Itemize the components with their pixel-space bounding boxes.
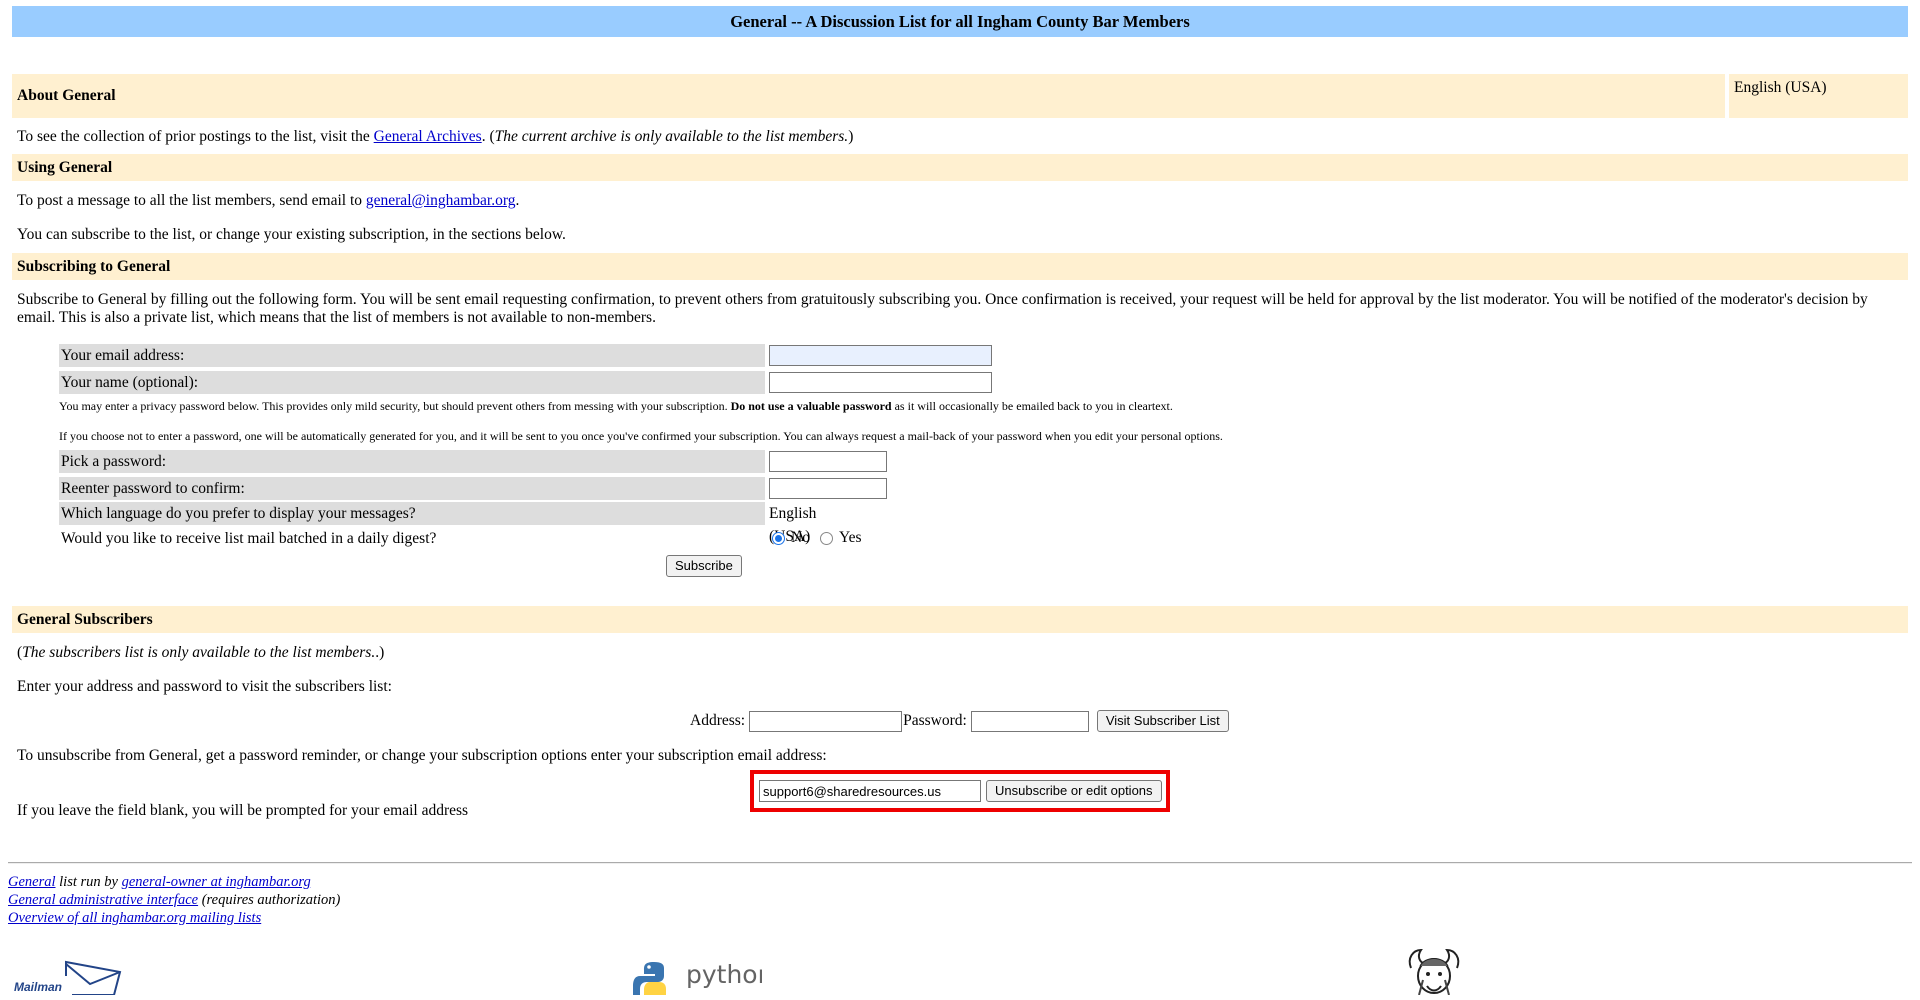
- email-label: Your email address:: [59, 344, 765, 367]
- unsubscribe-text: To unsubscribe from General, get a passw…: [17, 747, 827, 764]
- language-label: Which language do you prefer to display …: [59, 502, 765, 525]
- password-field[interactable]: [769, 451, 887, 472]
- mailman-logo[interactable]: Mailman: [10, 958, 122, 1000]
- address-label: Address:: [690, 712, 746, 729]
- overview-link[interactable]: Overview of all inghambar.org mailing li…: [8, 910, 261, 926]
- python-logo-icon: python: [633, 960, 773, 995]
- language-indicator: English (USA): [1729, 74, 1908, 118]
- mailman-listinfo-page: General -- A Discussion List for all Ing…: [0, 0, 1920, 996]
- unsubscribe-email-field[interactable]: [759, 780, 981, 802]
- python-logo-text: python: [686, 960, 762, 989]
- address-field[interactable]: [749, 710, 903, 732]
- python-logo[interactable]: python: [632, 956, 773, 1000]
- digest-no-radio[interactable]: [772, 531, 785, 545]
- post-instructions: To post a message to all the list member…: [17, 192, 520, 209]
- using-heading: Using General: [12, 154, 1908, 181]
- confirm-password-label: Reenter password to confirm:: [59, 477, 765, 500]
- subscribers-private-note: (The subscribers list is only available …: [17, 644, 385, 661]
- mailman-logo-text: Mailman: [14, 980, 62, 994]
- subscriber-password-field[interactable]: [970, 710, 1089, 732]
- list-link[interactable]: General: [8, 874, 56, 890]
- owner-link[interactable]: general-owner at inghambar.org: [122, 874, 311, 890]
- email-field[interactable]: [769, 345, 992, 366]
- subscriber-login-row: Address: Password: Visit Subscriber List: [690, 710, 1229, 732]
- digest-label: Would you like to receive list mail batc…: [61, 530, 437, 547]
- subscribing-heading: Subscribing to General: [12, 253, 1908, 280]
- privacy-note: You may enter a privacy password below. …: [59, 399, 1173, 413]
- digest-yes-label: Yes: [838, 529, 862, 546]
- list-email-link[interactable]: general@inghambar.org: [366, 192, 516, 209]
- name-label: Your name (optional):: [59, 371, 765, 394]
- about-section-header: About General English (USA): [12, 74, 1908, 118]
- footer-divider: [8, 862, 1912, 864]
- subscribers-enter-text: Enter your address and password to visit…: [17, 678, 392, 695]
- visit-subscriber-list-button[interactable]: Visit Subscriber List: [1096, 710, 1229, 732]
- about-heading: About General: [12, 74, 1725, 118]
- password-label: Pick a password:: [59, 450, 765, 473]
- unsubscribe-edit-button[interactable]: Unsubscribe or edit options: [986, 780, 1162, 802]
- footer: General list run by general-owner at ing…: [8, 874, 341, 926]
- gnu-head-icon: [1408, 948, 1460, 996]
- confirm-password-field[interactable]: [769, 478, 887, 499]
- digest-options: No Yes: [772, 529, 862, 547]
- mailman-logo-icon: Mailman: [14, 960, 122, 996]
- subscribe-info: You can subscribe to the list, or change…: [17, 226, 566, 243]
- archives-link[interactable]: General Archives: [374, 128, 482, 145]
- subscribers-heading: General Subscribers: [12, 606, 1908, 633]
- unsubscribe-row: Unsubscribe or edit options: [759, 780, 1162, 802]
- page-title: General -- A Discussion List for all Ing…: [12, 6, 1908, 37]
- subscribe-intro: Subscribe to General by filling out the …: [17, 291, 1868, 326]
- digest-yes-radio[interactable]: [819, 531, 833, 545]
- blank-field-note: If you leave the field blank, you will b…: [17, 802, 469, 819]
- admin-interface-link[interactable]: General administrative interface: [8, 892, 198, 908]
- gnu-logo[interactable]: [1405, 946, 1463, 1000]
- subscriber-password-label: Password:: [903, 712, 967, 729]
- archive-note: The current archive is only available to…: [494, 128, 849, 145]
- digest-no-label: No: [791, 529, 810, 546]
- subscribe-button[interactable]: Subscribe: [666, 555, 742, 577]
- archive-text: To see the collection of prior postings …: [17, 128, 854, 145]
- auto-password-note: If you choose not to enter a password, o…: [59, 429, 1223, 443]
- name-field[interactable]: [769, 372, 992, 393]
